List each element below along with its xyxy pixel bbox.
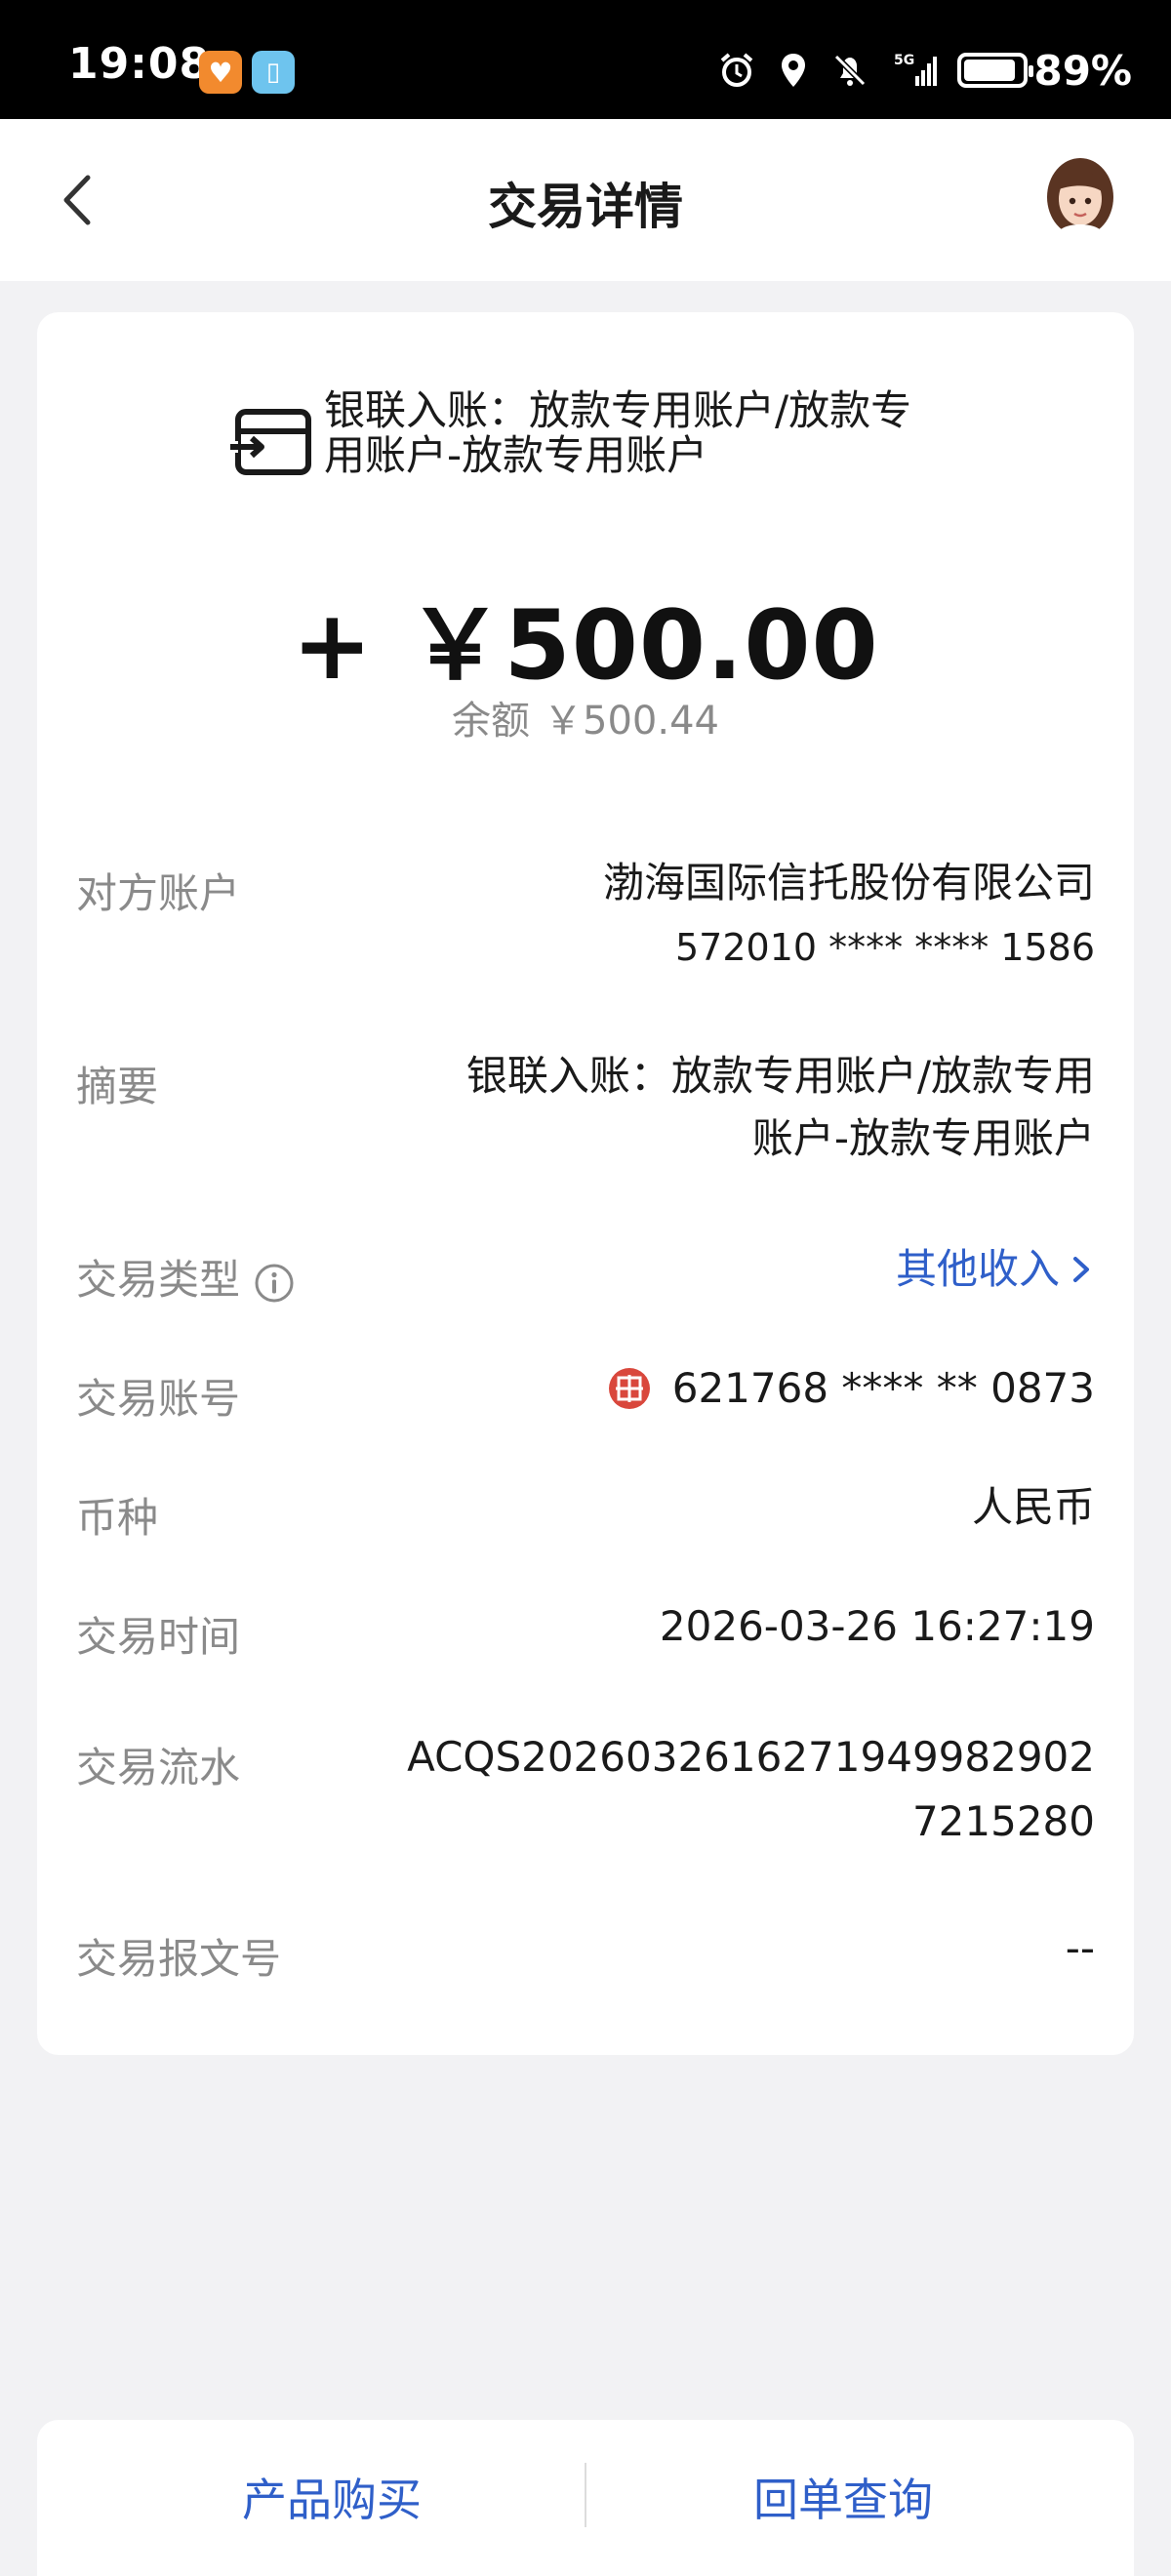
- book-app-icon: ▯: [252, 51, 295, 94]
- signal-icon: 5G: [894, 53, 938, 86]
- time-value: 2026-03-26 16:27:19: [659, 1602, 1095, 1650]
- status-time: 19:08: [68, 39, 211, 89]
- page-title: 交易详情: [488, 179, 683, 235]
- bottom-action-bar: 产品购买 回单查询: [37, 2420, 1134, 2576]
- summary-label: 摘要: [76, 1063, 159, 1110]
- currency-label: 币种: [76, 1494, 159, 1542]
- currency-value: 人民币: [971, 1483, 1095, 1531]
- type-value-link[interactable]: 其他收入: [896, 1237, 1095, 1302]
- citic-bank-logo-icon: [608, 1367, 650, 1409]
- serial-label: 交易流水: [76, 1744, 241, 1791]
- transfer-in-card-icon: [226, 409, 311, 475]
- type-value: 其他收入: [895, 1245, 1060, 1293]
- counterparty-account: 572010 **** **** 1586: [674, 926, 1095, 969]
- receipt-query-button[interactable]: 回单查询: [753, 2465, 933, 2529]
- message-no-label: 交易报文号: [76, 1935, 282, 1983]
- heart-app-icon: ♥: [199, 51, 242, 94]
- assistant-avatar[interactable]: [1038, 154, 1122, 242]
- transaction-title: 银联入账：放款专用账户/放款专用账户-放款专用账户: [324, 386, 912, 479]
- summary-line2: 账户-放款专用账户: [751, 1114, 1095, 1162]
- account-label: 交易账号: [76, 1375, 241, 1423]
- type-label-row: 交易类型: [76, 1247, 295, 1307]
- status-icons: 5G 89%: [717, 43, 1132, 98]
- account-value: 621768 **** ** 0873: [671, 1364, 1095, 1412]
- network-label: 5G: [894, 53, 914, 68]
- battery-icon: [957, 53, 1034, 88]
- balance-value: ￥500.44: [544, 699, 719, 744]
- message-no-value: --: [1065, 1924, 1095, 1972]
- nav-header: 交易详情: [0, 119, 1171, 281]
- balance-line: 余额 ￥500.44: [37, 689, 1134, 745]
- status-bar: 19:08 ♥ ▯ 5G 89%: [0, 0, 1171, 119]
- battery: 89%: [957, 47, 1132, 95]
- counterparty-name: 渤海国际信托股份有限公司: [602, 859, 1095, 906]
- counterparty-label: 对方账户: [76, 869, 241, 917]
- transaction-amount: + ￥500.00: [292, 590, 879, 702]
- balance-label: 余额: [452, 699, 531, 744]
- chevron-right-icon: [1073, 1256, 1089, 1282]
- serial-line2: 7215280: [911, 1797, 1095, 1845]
- info-icon[interactable]: [254, 1263, 295, 1304]
- battery-percent: 89%: [1033, 46, 1132, 95]
- location-icon: [782, 54, 806, 87]
- account-value-row: 621768 **** ** 0873: [608, 1356, 1095, 1421]
- bottom-divider: [585, 2463, 586, 2527]
- time-label: 交易时间: [76, 1613, 241, 1661]
- alarm-icon: [721, 53, 753, 87]
- summary-line1: 银联入账：放款专用账户/放款专用: [465, 1052, 1095, 1100]
- type-label: 交易类型: [76, 1256, 241, 1304]
- product-purchase-button[interactable]: 产品购买: [242, 2465, 422, 2529]
- serial-line1: ACQS2026032616271949982902: [407, 1733, 1095, 1781]
- transaction-card: 银联入账：放款专用账户/放款专用账户-放款专用账户 + ￥500.00 余额 ￥5…: [37, 312, 1134, 2055]
- mute-icon: [834, 54, 867, 87]
